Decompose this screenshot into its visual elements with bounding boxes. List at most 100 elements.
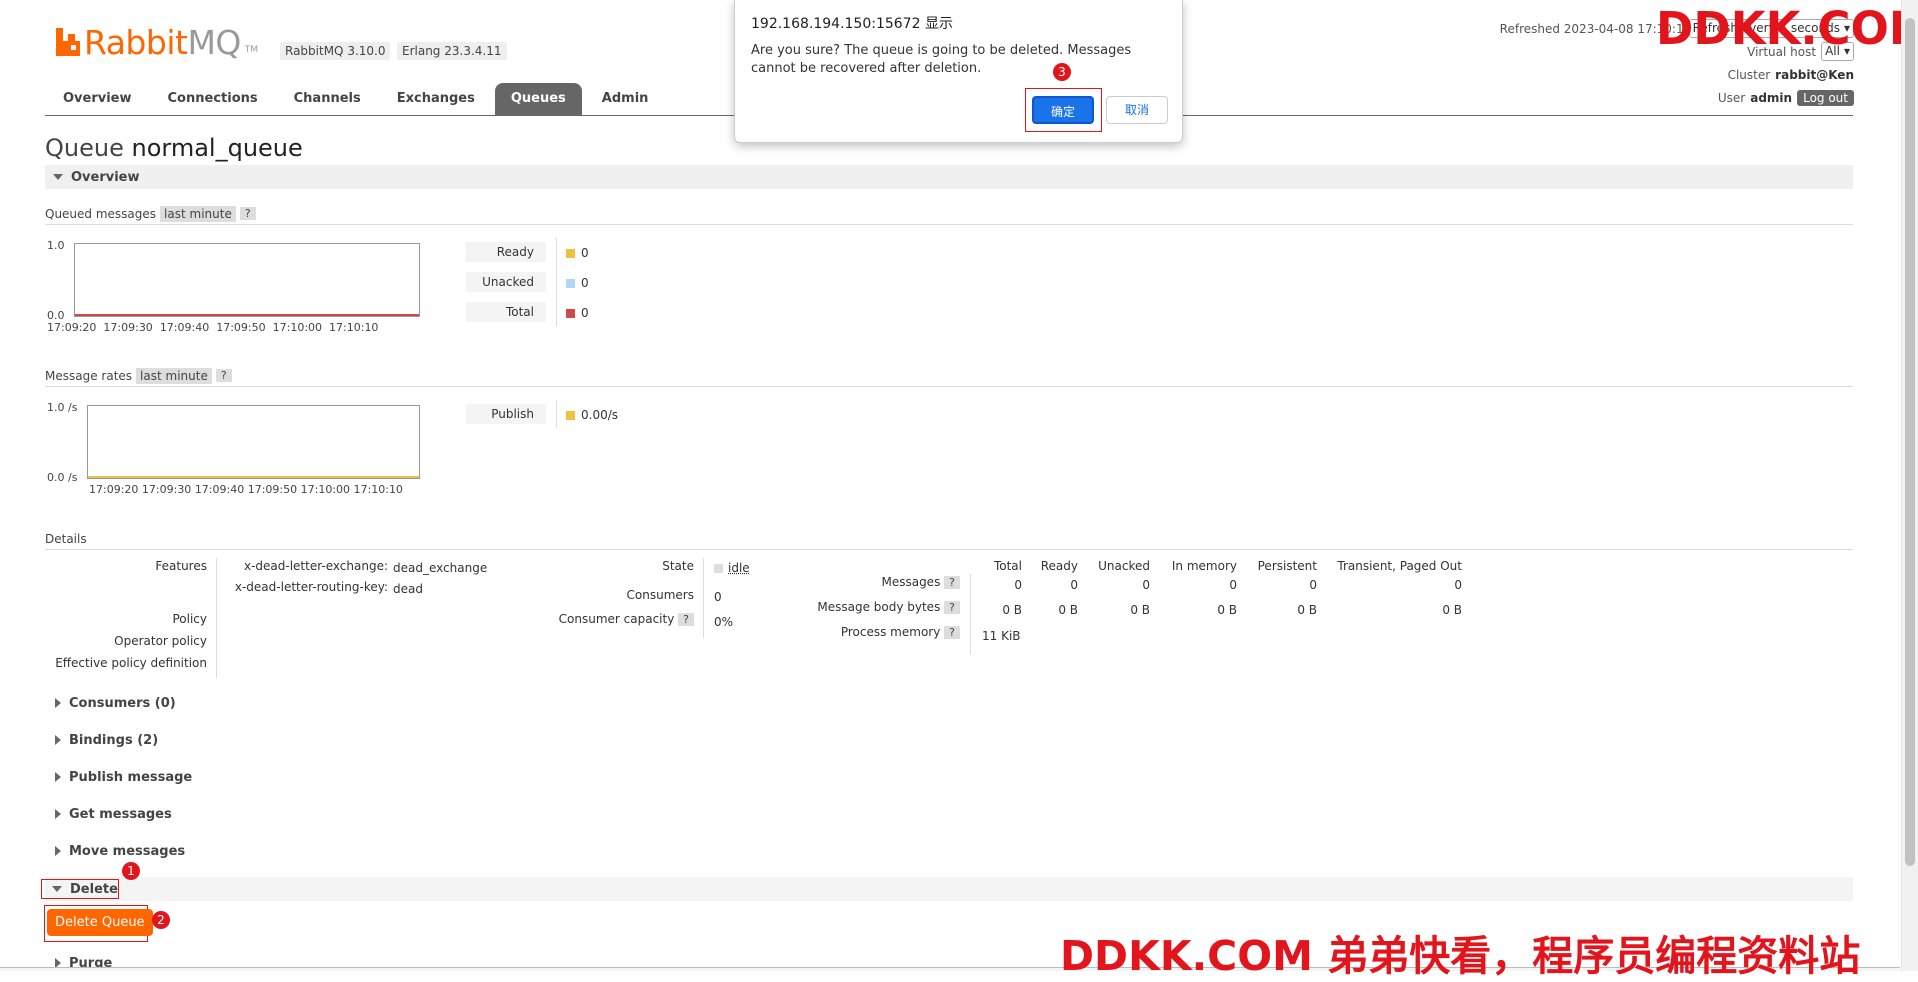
watermark-top: DDKK.COM [1656, 2, 1918, 55]
tab-overview[interactable]: Overview [47, 83, 148, 115]
idle-indicator-icon [714, 563, 723, 573]
legend-divider [556, 400, 557, 428]
stat-cell: 0 [1070, 578, 1078, 592]
consumers-section-toggle[interactable]: Consumers (0) [55, 693, 176, 713]
legend-unacked-label: Unacked [466, 272, 546, 292]
dialog-cancel-button[interactable]: 取消 [1106, 96, 1168, 124]
col-header: Unacked [1098, 559, 1150, 573]
unacked-swatch [566, 278, 575, 288]
stat-cell: 0 B [1442, 603, 1462, 617]
queued-x-axis: 17:09:20 17:09:30 17:09:40 17:09:50 17:1… [47, 321, 378, 334]
process-memory-label: Process memory ? [780, 625, 960, 639]
range-selector[interactable]: last minute [160, 205, 236, 222]
stat-cell: 0 [1014, 578, 1022, 592]
step-badge-1: 1 [122, 862, 140, 880]
scrollbar-thumb[interactable] [1905, 18, 1915, 866]
x-tick: 17:09:50 [247, 483, 298, 496]
dialog-ok-button[interactable]: 确定 [1032, 96, 1094, 124]
cluster-label: Cluster [1727, 67, 1771, 82]
expand-triangle-icon [55, 735, 61, 745]
state-label: State [662, 559, 694, 573]
page-title: Queue normal_queue [45, 134, 303, 162]
rabbitmq-version: RabbitMQ 3.10.0 [280, 42, 391, 60]
y-axis-bottom: 0.0 /s [47, 471, 78, 484]
consumers-value: 0 [714, 590, 722, 604]
details-divider [703, 558, 704, 638]
x-tick: 17:09:50 [216, 321, 266, 334]
help-icon[interactable]: ? [215, 369, 232, 382]
range-selector[interactable]: last minute [136, 367, 212, 384]
total-swatch [566, 308, 575, 318]
delete-queue-button[interactable]: Delete Queue [47, 909, 153, 936]
details-divider [216, 558, 217, 678]
operator-policy-label: Operator policy [114, 634, 207, 648]
expand-triangle-icon [55, 809, 61, 819]
move-messages-section-toggle[interactable]: Move messages [55, 841, 185, 861]
feature-value: dead [393, 582, 423, 596]
bindings-section-toggle[interactable]: Bindings (2) [55, 730, 158, 750]
y-axis-top: 1.0 [47, 239, 65, 252]
dialog-message: Are you sure? The queue is going to be d… [751, 43, 1132, 76]
x-tick: 17:10:00 [272, 321, 323, 334]
help-icon[interactable]: ? [944, 601, 960, 614]
x-tick: 17:10:10 [329, 321, 379, 334]
help-icon[interactable]: ? [239, 207, 256, 220]
x-tick: 17:09:30 [103, 321, 153, 334]
policy-label: Policy [172, 612, 207, 626]
consumers-label: Consumers [626, 588, 694, 602]
message-rates-header: Message rates last minute ? [45, 365, 1853, 387]
watermark-bottom: DDKK.COM 弟弟快看，程序员编程资料站 [1060, 932, 1861, 980]
x-tick: 17:09:40 [159, 321, 210, 334]
stat-cell: 0 [1229, 578, 1237, 592]
cluster-name: rabbit@Ken [1775, 67, 1854, 82]
x-tick: 17:10:00 [300, 483, 351, 496]
expand-triangle-icon [55, 846, 61, 856]
legend-publish-value: 0.00/s [566, 408, 618, 422]
step-badge-3: 3 [1053, 63, 1071, 81]
stat-cell: 0 [1454, 578, 1462, 592]
legend-total-value: 0 [566, 306, 589, 320]
help-icon[interactable]: ? [944, 576, 960, 589]
col-header: In memory [1171, 559, 1237, 573]
features-label: Features [155, 559, 207, 573]
tab-admin[interactable]: Admin [586, 83, 665, 115]
delete-section-bar [45, 877, 1853, 901]
dialog-title: 192.168.194.150:15672 显示 [751, 16, 953, 32]
erlang-version: Erlang 23.3.4.11 [397, 42, 507, 60]
help-icon[interactable]: ? [678, 613, 694, 626]
help-icon[interactable]: ? [944, 626, 960, 639]
legend-publish-label: Publish [466, 404, 546, 424]
stat-cell: 0 B [1297, 603, 1317, 617]
stat-cell: 0 B [1002, 603, 1022, 617]
ready-swatch [566, 248, 575, 258]
queued-messages-header: Queued messages last minute ? [45, 203, 1853, 225]
delete-section-toggle[interactable]: Delete [52, 879, 118, 899]
state-value: idle [714, 561, 750, 575]
x-tick: 17:09:30 [141, 483, 192, 496]
confirm-dialog: 192.168.194.150:15672 显示 Are you sure? T… [734, 0, 1183, 143]
rabbitmq-logo[interactable]: RabbitMQ TM [56, 22, 258, 62]
publish-message-section-toggle[interactable]: Publish message [55, 767, 192, 787]
collapse-triangle-icon [52, 886, 62, 892]
y-axis-top: 1.0 /s [47, 401, 78, 414]
feature-value: dead_exchange [393, 561, 488, 575]
tab-channels[interactable]: Channels [278, 83, 377, 115]
total-series-line [75, 314, 419, 316]
tab-exchanges[interactable]: Exchanges [381, 83, 491, 115]
message-rates-chart [87, 405, 420, 479]
stat-cell: 0 B [1058, 603, 1078, 617]
stat-cell: 0 B [1217, 603, 1237, 617]
logo-trademark: TM [244, 45, 259, 55]
publish-series-line [88, 476, 419, 478]
tab-queues[interactable]: Queues [494, 83, 582, 115]
get-messages-section-toggle[interactable]: Get messages [55, 804, 172, 824]
step-badge-2: 2 [152, 911, 170, 929]
tab-connections[interactable]: Connections [152, 83, 274, 115]
col-header: Total [993, 559, 1022, 573]
x-tick: 17:09:20 [89, 483, 139, 496]
legend-divider [556, 238, 557, 326]
queued-messages-chart [74, 243, 420, 317]
body-bytes-row-label: Message body bytes ? [780, 600, 960, 614]
overview-section-toggle[interactable]: Overview [45, 165, 1853, 189]
feature-key: x-dead-letter-exchange: [243, 559, 388, 573]
